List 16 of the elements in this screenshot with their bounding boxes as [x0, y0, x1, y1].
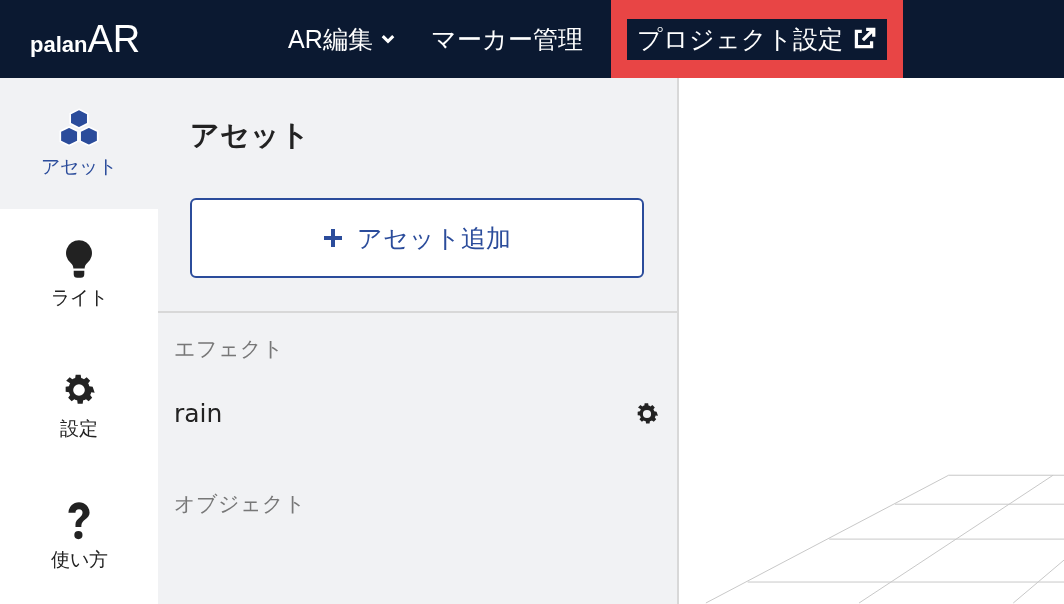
- sidebar-tab[interactable]: アセット: [0, 78, 158, 209]
- plus-icon: [323, 228, 343, 248]
- nav-link[interactable]: プロジェクト設定: [626, 18, 887, 60]
- sidebar-tab[interactable]: 使い方: [0, 471, 158, 602]
- section-label: オブジェクト: [174, 491, 307, 518]
- sidebar-tab[interactable]: ライト: [0, 209, 158, 340]
- logo[interactable]: palanAR: [30, 17, 270, 61]
- sidebar-tab[interactable]: 設定: [0, 340, 158, 471]
- add-asset-button[interactable]: アセット追加: [190, 198, 644, 278]
- cubes-icon: [57, 107, 101, 148]
- chevron-down-icon: [380, 34, 395, 44]
- nav-link[interactable]: マーカー管理: [420, 18, 593, 60]
- nav-link[interactable]: AR編集: [278, 18, 405, 60]
- section-label: エフェクト: [174, 336, 285, 363]
- asset-name[interactable]: rain: [174, 399, 223, 428]
- panel-title: アセット: [190, 117, 311, 154]
